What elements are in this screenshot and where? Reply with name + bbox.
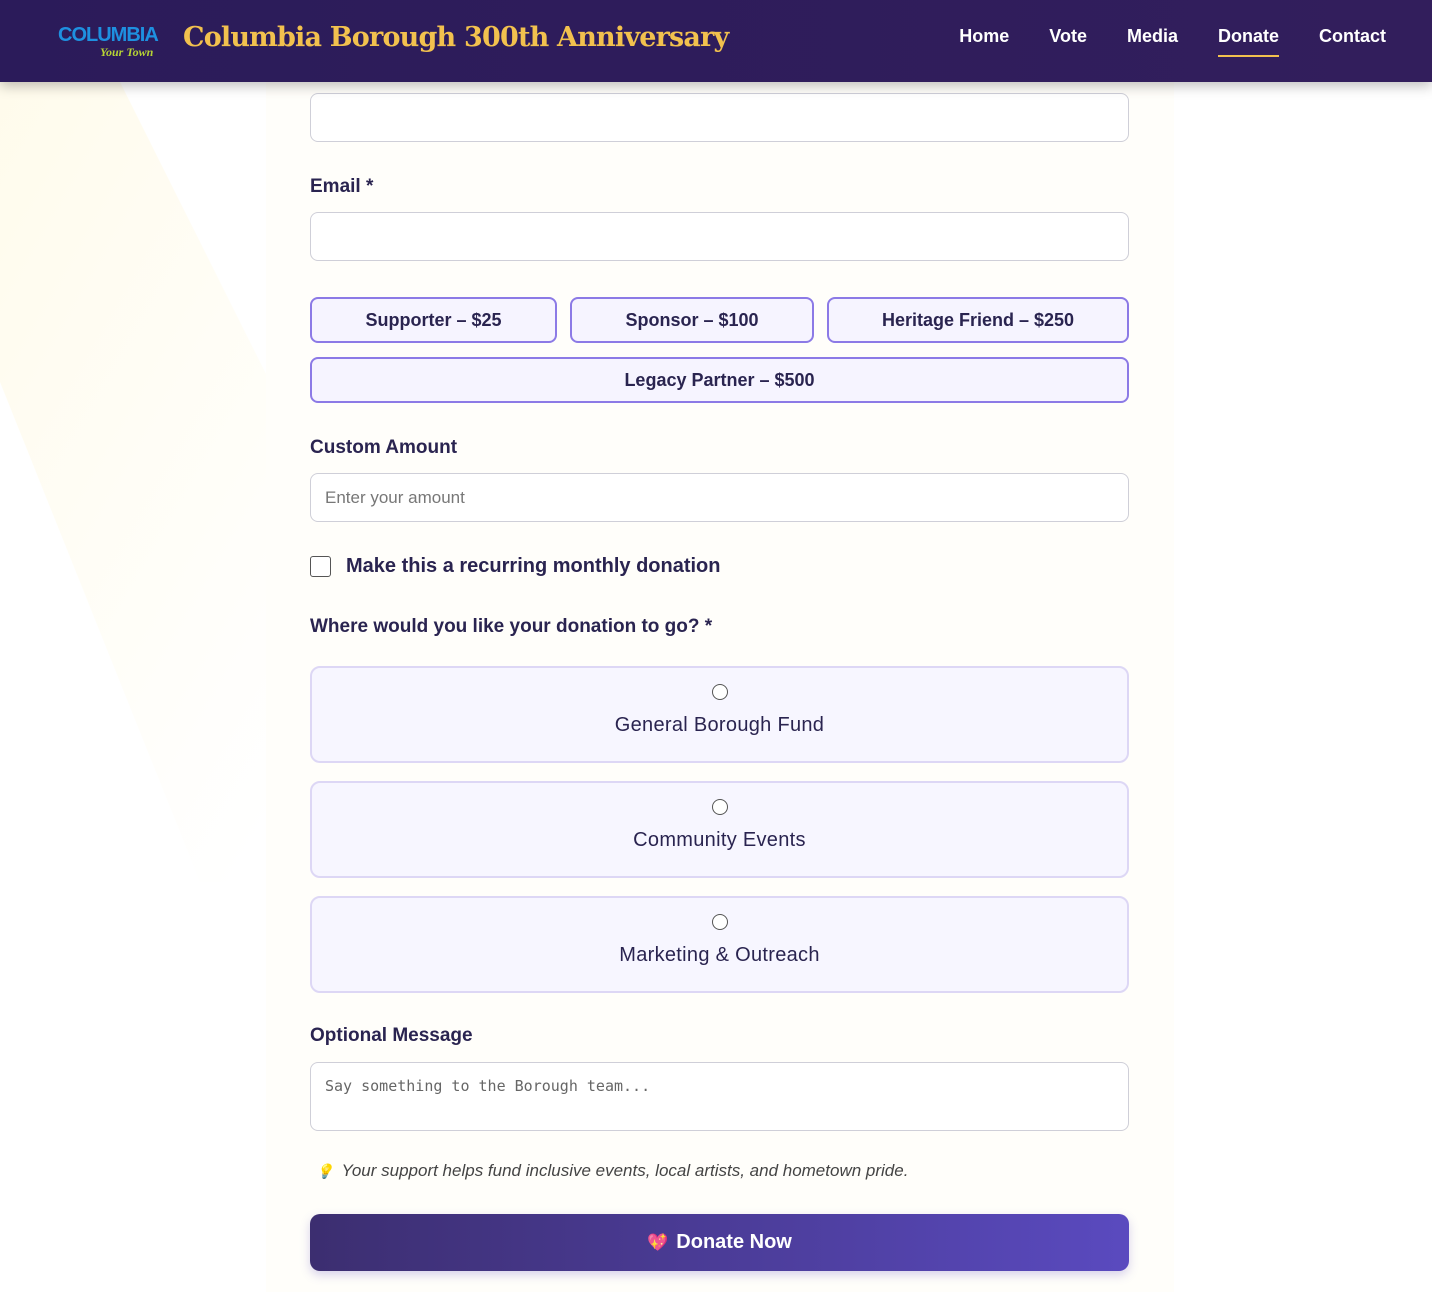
recurring-checkbox-row[interactable]: Make this a recurring monthly donation xyxy=(310,555,1129,579)
lightbulb-icon: 💡 xyxy=(316,1163,334,1179)
support-note-text: Your support helps fund inclusive events… xyxy=(341,1161,909,1180)
custom-amount-label: Custom Amount xyxy=(310,437,458,458)
message-textarea[interactable]: Say something to the Borough team... xyxy=(310,1062,1129,1131)
destination-label-text: General Borough Fund xyxy=(614,714,825,736)
donation-form: Email * Supporter – $25 Sponsor – $100 H… xyxy=(266,82,1174,1292)
name-input[interactable] xyxy=(310,93,1129,142)
heart-icon: 💖 xyxy=(647,1232,669,1252)
destination-marketing[interactable]: Marketing & Outreach xyxy=(310,896,1129,993)
radio-icon[interactable] xyxy=(711,799,728,815)
destination-label: Where would you like your donation to go… xyxy=(310,616,713,637)
radio-icon[interactable] xyxy=(711,684,728,700)
main-nav: Home Vote Media Donate Contact xyxy=(959,26,1386,57)
destination-events[interactable]: Community Events xyxy=(310,781,1129,878)
support-note: 💡 Your support helps fund inclusive event… xyxy=(316,1161,1135,1181)
logo[interactable]: COLUMBIA Your Town xyxy=(58,12,164,62)
donate-now-button[interactable]: 💖 Donate Now xyxy=(310,1214,1129,1271)
custom-amount-placeholder: Enter your amount xyxy=(325,487,465,507)
nav-donate[interactable]: Donate xyxy=(1217,26,1279,57)
recurring-label: Make this a recurring monthly donation xyxy=(346,555,721,577)
nav-contact[interactable]: Contact xyxy=(1319,26,1386,57)
email-label: Email * xyxy=(310,176,374,197)
logo-subtext: Your Town xyxy=(100,45,154,59)
message-placeholder: Say something to the Borough team... xyxy=(325,1077,651,1095)
nav-home[interactable]: Home xyxy=(959,26,1009,57)
destination-general[interactable]: General Borough Fund xyxy=(310,666,1129,763)
tier-heritage-button[interactable]: Heritage Friend – $250 xyxy=(827,297,1129,343)
message-label: Optional Message xyxy=(310,1025,473,1046)
custom-amount-input[interactable]: Enter your amount xyxy=(310,473,1129,522)
tier-sponsor-button[interactable]: Sponsor – $100 xyxy=(570,297,814,343)
donate-now-label: Donate Now xyxy=(676,1231,792,1253)
nav-media[interactable]: Media xyxy=(1127,26,1178,57)
recurring-checkbox[interactable] xyxy=(310,556,331,577)
site-header: COLUMBIA Your Town Columbia Borough 300t… xyxy=(0,0,1432,82)
tier-supporter-button[interactable]: Supporter – $25 xyxy=(310,297,557,343)
tier-legacy-button[interactable]: Legacy Partner – $500 xyxy=(310,357,1129,403)
destination-label-text: Marketing & Outreach xyxy=(619,944,820,966)
site-title: Columbia Borough 300th Anniversary xyxy=(183,22,729,53)
logo-text: COLUMBIA xyxy=(58,24,159,46)
destination-label-text: Community Events xyxy=(633,829,806,851)
nav-vote[interactable]: Vote xyxy=(1049,26,1087,57)
email-input[interactable] xyxy=(310,212,1129,261)
radio-icon[interactable] xyxy=(711,914,728,930)
